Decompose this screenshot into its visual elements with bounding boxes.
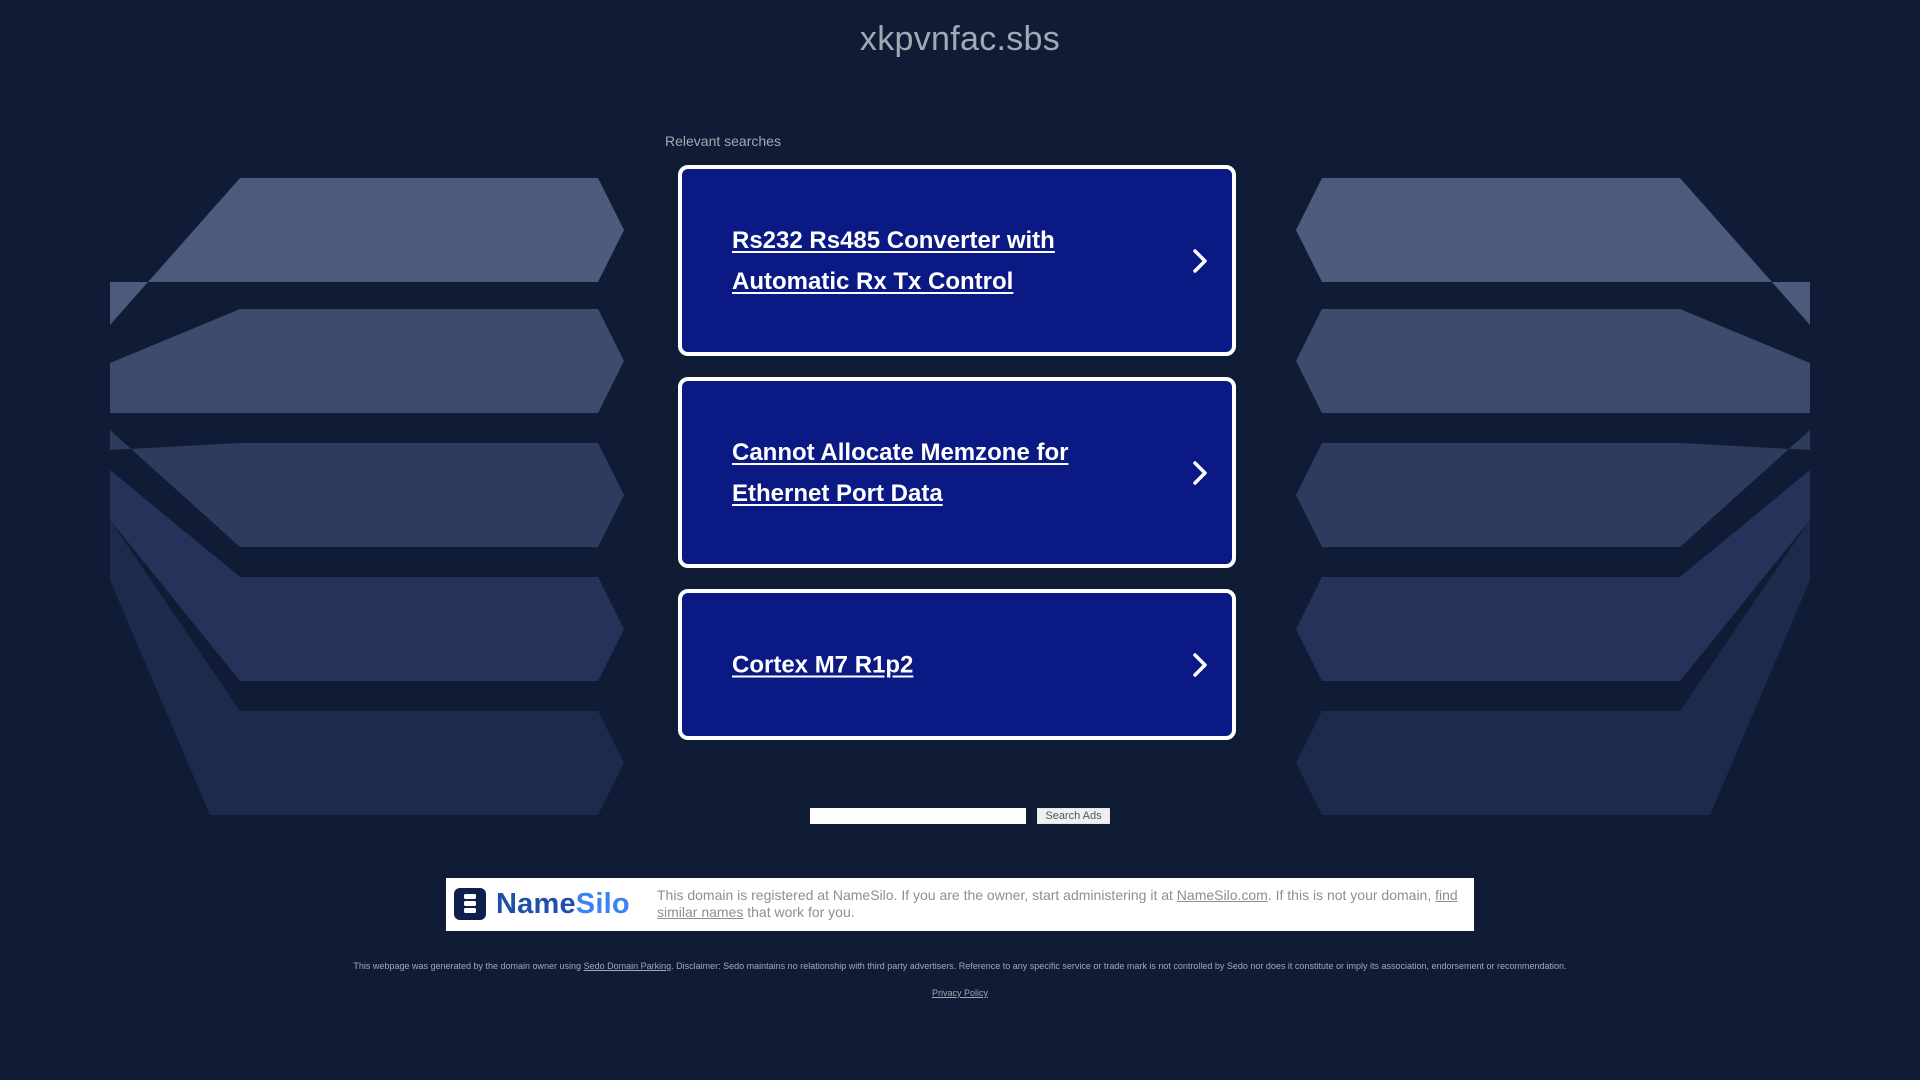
privacy-policy-link[interactable]: Privacy Policy xyxy=(932,988,988,998)
search-card-1[interactable]: Rs232 Rs485 Converter with Automatic Rx … xyxy=(678,165,1236,356)
search-card-3[interactable]: Cortex M7 R1p2 xyxy=(678,589,1236,740)
chevron-right-icon xyxy=(1193,248,1207,273)
left-bands xyxy=(110,178,624,815)
logo-text-accent: Silo xyxy=(575,888,630,920)
namesilo-logo[interactable]: NameSilo xyxy=(454,888,634,922)
search-ads-button[interactable]: Search Ads xyxy=(1037,808,1110,824)
registrar-message: This domain is registered at NameSilo. I… xyxy=(657,887,1462,921)
right-bands xyxy=(1296,178,1810,815)
namesilo-logo-text: NameSilo xyxy=(496,888,630,920)
privacy-policy: Privacy Policy xyxy=(0,988,1920,998)
search-input[interactable] xyxy=(810,808,1026,824)
chevron-right-icon xyxy=(1193,460,1207,485)
footer-disclaimer: This webpage was generated by the domain… xyxy=(0,961,1920,971)
relevant-searches-label: Relevant searches xyxy=(665,133,781,149)
registrar-banner: NameSilo This domain is registered at Na… xyxy=(446,878,1474,931)
parking-page: xkpvnfac.sbs Relevant searches Rs232 Rs4… xyxy=(0,0,1920,1080)
footer-text-before: This webpage was generated by the domain… xyxy=(353,961,584,971)
sedo-parking-link[interactable]: Sedo Domain Parking xyxy=(584,961,672,971)
registrar-text-middle: . If this is not your domain, xyxy=(1267,887,1436,903)
domain-title: xkpvnfac.sbs xyxy=(859,20,1061,58)
search-card-link[interactable]: Cannot Allocate Memzone for Ethernet Por… xyxy=(732,432,1166,514)
registrar-text-after: that work for you. xyxy=(743,904,855,920)
search-card-link[interactable]: Cortex M7 R1p2 xyxy=(732,644,1166,685)
namesilo-link[interactable]: NameSilo.com xyxy=(1177,887,1268,903)
search-card-link[interactable]: Rs232 Rs485 Converter with Automatic Rx … xyxy=(732,220,1166,302)
footer-text-after: . Disclaimer: Sedo maintains no relation… xyxy=(671,961,1567,971)
registrar-text-before: This domain is registered at NameSilo. I… xyxy=(657,887,1177,903)
search-card-2[interactable]: Cannot Allocate Memzone for Ethernet Por… xyxy=(678,377,1236,568)
chevron-right-icon xyxy=(1193,652,1207,677)
namesilo-logo-icon xyxy=(454,888,486,920)
logo-text-main: Name xyxy=(496,888,576,920)
